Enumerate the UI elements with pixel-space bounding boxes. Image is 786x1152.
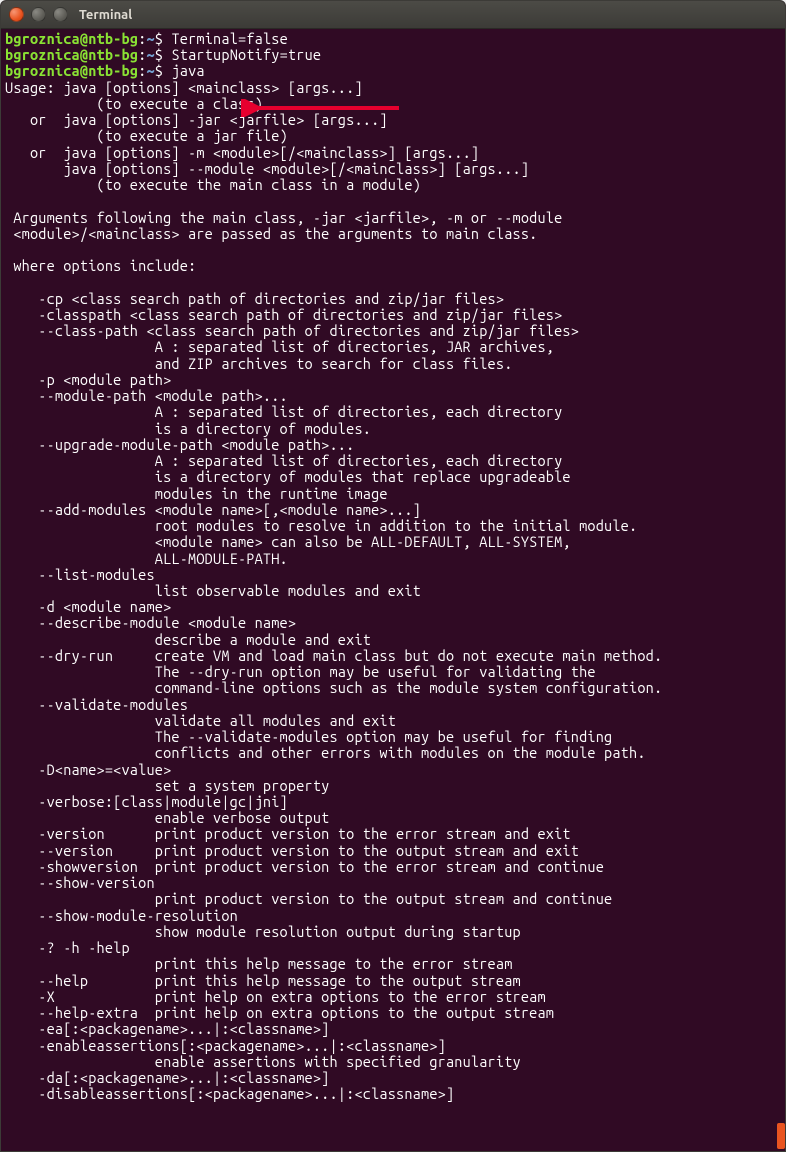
output-line: -verbose:[class|module|gc|jni] [5, 793, 288, 810]
output-line: --dry-run create VM and load main class … [5, 647, 662, 664]
prompt-line: bgroznica@ntb-bg:~$ StartupNotify=true [5, 46, 321, 63]
prompt-dollar: $ [155, 62, 163, 79]
output-line: java [options] --module <module>[/<mainc… [5, 160, 529, 177]
output-line: describe a module and exit [5, 631, 371, 648]
window-titlebar[interactable]: Terminal [1, 1, 785, 29]
output-line: --validate-modules [5, 696, 188, 713]
output-line: -version print product version to the er… [5, 825, 571, 842]
output-line: --add-modules <module name>[,<module nam… [5, 501, 421, 518]
output-line: --help print this help message to the ou… [5, 972, 521, 989]
output-line: and ZIP archives to search for class fil… [5, 355, 513, 372]
output-line: -cp <class search path of directories an… [5, 290, 504, 307]
prompt-path: ~ [146, 46, 154, 63]
output-line: -p <module path> [5, 371, 171, 388]
output-line: -enableassertions[:<packagename>...|:<cl… [5, 1037, 446, 1054]
output-line: --class-path <class search path of direc… [5, 322, 579, 339]
output-line: is a directory of modules that replace u… [5, 468, 571, 485]
prompt-line: bgroznica@ntb-bg:~$ java [5, 62, 205, 79]
command-text: Terminal=false [171, 30, 287, 47]
prompt-host: ntb-bg [88, 62, 138, 79]
output-line: (to execute the main class in a module) [5, 176, 421, 193]
output-line: Usage: java [options] <mainclass> [args.… [5, 79, 363, 96]
output-line: command-line options such as the module … [5, 679, 662, 696]
terminal-window: Terminal bgroznica@ntb-bg:~$ Terminal=fa… [0, 0, 786, 1152]
maximize-icon[interactable] [53, 7, 68, 22]
output-line: enable verbose output [5, 809, 329, 826]
output-line: The --validate-modules option may be use… [5, 728, 612, 745]
output-line: set a system property [5, 777, 329, 794]
output-line: is a directory of modules. [5, 420, 371, 437]
output-line: root modules to resolve in addition to t… [5, 517, 637, 534]
prompt-host: ntb-bg [88, 30, 138, 47]
output-line: --module-path <module path>... [5, 387, 288, 404]
output-line: or java [options] -m <module>[/<mainclas… [5, 144, 479, 161]
output-line: --show-module-resolution [5, 907, 238, 924]
output-line: -d <module name> [5, 598, 171, 615]
output-line: validate all modules and exit [5, 712, 396, 729]
output-line: -disableassertions[:<packagename>...|:<c… [5, 1085, 454, 1102]
terminal-output[interactable]: bgroznica@ntb-bg:~$ Terminal=false bgroz… [1, 29, 785, 1151]
prompt-path: ~ [146, 62, 154, 79]
prompt-path: ~ [146, 30, 154, 47]
output-line: -X print help on extra options to the er… [5, 988, 546, 1005]
output-line: -da[:<packagename>...|:<classname>] [5, 1069, 329, 1086]
output-line: (to execute a jar file) [5, 127, 288, 144]
prompt-dollar: $ [155, 46, 163, 63]
output-line: where options include: [5, 257, 196, 274]
prompt-at: @ [80, 30, 88, 47]
prompt-dollar: $ [155, 30, 163, 47]
prompt-at: @ [80, 62, 88, 79]
prompt-user: bgroznica [5, 30, 80, 47]
output-line: print this help message to the error str… [5, 955, 513, 972]
output-line: Arguments following the main class, -jar… [5, 209, 562, 226]
output-line: --upgrade-module-path <module path>... [5, 436, 354, 453]
output-line: --help-extra print help on extra options… [5, 1004, 554, 1021]
prompt-at: @ [80, 46, 88, 63]
minimize-icon[interactable] [31, 7, 46, 22]
scrollbar-thumb[interactable] [777, 1123, 785, 1149]
window-title: Terminal [79, 8, 132, 22]
output-line: A : separated list of directories, each … [5, 403, 562, 420]
output-line: -? -h -help [5, 939, 130, 956]
output-line: -showversion print product version to th… [5, 858, 604, 875]
output-line: -classpath <class search path of directo… [5, 306, 562, 323]
output-line: --describe-module <module name> [5, 614, 296, 631]
output-line: <module name> can also be ALL-DEFAULT, A… [5, 533, 571, 550]
output-line: or java [options] -jar <jarfile> [args..… [5, 111, 388, 128]
output-line: (to execute a class) [5, 95, 263, 112]
output-line: -ea[:<packagename>...|:<classname>] [5, 1020, 329, 1037]
output-line: show module resolution output during sta… [5, 923, 521, 940]
output-line: <module>/<mainclass> are passed as the a… [5, 225, 537, 242]
prompt-line: bgroznica@ntb-bg:~$ Terminal=false [5, 30, 288, 47]
output-line: -D<name>=<value> [5, 761, 171, 778]
output-line: modules in the runtime image [5, 485, 388, 502]
output-line: The --dry-run option may be useful for v… [5, 663, 596, 680]
output-line: --version print product version to the o… [5, 842, 579, 859]
output-line: enable assertions with specified granula… [5, 1053, 521, 1070]
output-line: A : separated list of directories, each … [5, 452, 562, 469]
prompt-user: bgroznica [5, 46, 80, 63]
command-text: java [171, 62, 204, 79]
output-line: ALL-MODULE-PATH. [5, 550, 288, 567]
output-line: A : separated list of directories, JAR a… [5, 338, 554, 355]
output-line: list observable modules and exit [5, 582, 421, 599]
output-line: conflicts and other errors with modules … [5, 744, 646, 761]
prompt-host: ntb-bg [88, 46, 138, 63]
output-line: --show-version [5, 874, 155, 891]
output-line: --list-modules [5, 566, 155, 583]
command-text: StartupNotify=true [171, 46, 321, 63]
close-icon[interactable] [9, 7, 24, 22]
output-line: print product version to the output stre… [5, 890, 612, 907]
prompt-user: bgroznica [5, 62, 80, 79]
